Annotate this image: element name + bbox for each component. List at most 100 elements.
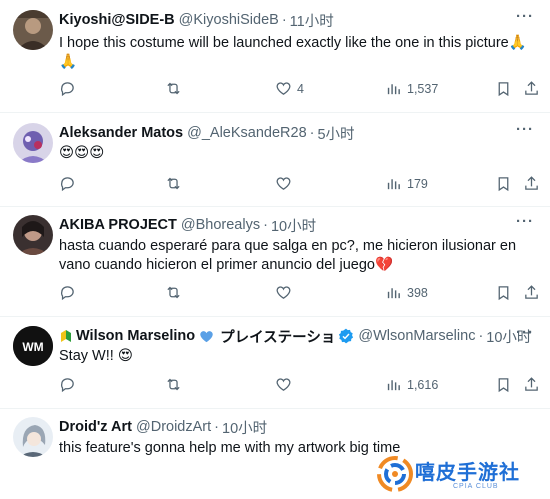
user-handle[interactable]: @Bhorealys xyxy=(181,217,260,233)
bookmark-icon xyxy=(498,177,509,192)
avatar[interactable] xyxy=(13,215,53,255)
like-count: 4 xyxy=(297,81,304,96)
views-button[interactable]: 1,616 xyxy=(385,376,438,393)
share-icon xyxy=(525,285,538,299)
watermark-title: 嘻皮手游社 xyxy=(415,460,520,484)
blue-heart-icon xyxy=(200,330,213,342)
watermark-logo: 嘻皮手游社 CPIA CLUB xyxy=(375,452,550,499)
reply-icon xyxy=(61,82,74,97)
bookmark-icon xyxy=(498,378,509,393)
share-button[interactable] xyxy=(523,284,540,301)
tweet-text-content: Stay W!! xyxy=(59,348,118,364)
reply-icon xyxy=(61,378,74,393)
bookmark-button[interactable] xyxy=(495,284,512,301)
view-count: 1,616 xyxy=(407,377,439,392)
heart-eyes-emoji: 😍😍😍 xyxy=(59,145,105,161)
bookmark-icon xyxy=(498,286,509,301)
avatar[interactable] xyxy=(13,123,53,163)
tweet[interactable]: Aleksander Matos @_AleKsandeR28 · 5小时 ··… xyxy=(0,113,550,207)
display-name[interactable]: Droid'z Art xyxy=(59,419,132,435)
retweet-icon xyxy=(167,82,180,95)
reply-icon xyxy=(61,286,74,301)
separator-dot: · xyxy=(478,328,484,344)
display-name[interactable]: Kiyoshi@SIDE-B xyxy=(59,12,175,28)
heart-icon xyxy=(276,177,291,190)
views-button[interactable]: 179 xyxy=(385,175,428,192)
heart-icon xyxy=(276,286,291,299)
retweet-icon xyxy=(167,378,180,391)
share-icon xyxy=(525,176,538,190)
tweet[interactable]: AKIBA PROJECT @Bhorealys · 10小时 ··· hast… xyxy=(0,207,550,317)
views-icon xyxy=(387,380,400,391)
watermark-swirl-icon xyxy=(377,456,413,492)
retweet-button[interactable] xyxy=(165,175,182,192)
user-handle[interactable]: @_AleKsandeR28 xyxy=(187,125,307,141)
tweet-text: Stay W!! 😍 xyxy=(59,347,534,366)
views-icon xyxy=(387,179,400,190)
like-button[interactable] xyxy=(275,175,292,192)
share-icon xyxy=(525,377,538,391)
tweet-text: I hope this costume will be launched exa… xyxy=(59,34,534,72)
tweet-header: Wilson Marselino プレイステーショ @WlsonMarselin… xyxy=(59,326,531,346)
bookmark-button[interactable] xyxy=(495,80,512,97)
like-button[interactable] xyxy=(275,376,292,393)
user-handle[interactable]: @KiyoshiSideB xyxy=(179,12,279,28)
reply-icon xyxy=(61,177,74,192)
views-icon xyxy=(387,84,400,95)
timestamp[interactable]: 5小时 xyxy=(317,123,354,144)
view-count: 179 xyxy=(407,176,428,191)
timestamp[interactable]: 10小时 xyxy=(271,215,316,236)
separator-dot: · xyxy=(263,217,268,233)
separator-dot: · xyxy=(214,419,219,435)
heart-eyes-emoji: 😍 xyxy=(117,348,133,364)
display-name[interactable]: Wilson Marselino xyxy=(76,328,195,344)
display-name[interactable]: AKIBA PROJECT xyxy=(59,217,177,233)
more-options-icon[interactable]: ··· xyxy=(516,121,534,138)
reply-button[interactable] xyxy=(59,175,76,192)
view-count: 1,537 xyxy=(407,81,439,96)
reply-button[interactable] xyxy=(59,80,76,97)
views-button[interactable]: 1,537 xyxy=(385,80,438,97)
tweet[interactable]: Kiyoshi@SIDE-B @KiyoshiSideB · 11小时 ··· … xyxy=(0,0,550,113)
share-button[interactable] xyxy=(523,376,540,393)
like-button[interactable]: 4 xyxy=(275,80,304,97)
share-button[interactable] xyxy=(523,80,540,97)
retweet-button[interactable] xyxy=(165,284,182,301)
tweet-text-content: this feature's gonna help me with my art… xyxy=(59,440,401,456)
avatar[interactable] xyxy=(13,10,53,50)
tweet-actions: 398 xyxy=(59,284,539,306)
user-handle[interactable]: @DroidzArt xyxy=(136,419,211,435)
tweet-text-content: I hope this costume will be launched exa… xyxy=(59,35,509,51)
timestamp[interactable]: 11小时 xyxy=(290,10,334,31)
bookmark-button[interactable] xyxy=(495,175,512,192)
display-name[interactable]: Aleksander Matos xyxy=(59,125,183,141)
retweet-button[interactable] xyxy=(165,376,182,393)
retweet-button[interactable] xyxy=(165,80,182,97)
heart-icon xyxy=(276,378,291,391)
avatar[interactable] xyxy=(13,417,53,457)
broken-heart-emoji: 💔 xyxy=(374,257,394,273)
tweet-header: Kiyoshi@SIDE-B @KiyoshiSideB · 11小时 xyxy=(59,10,334,30)
tweet-header: AKIBA PROJECT @Bhorealys · 10小时 xyxy=(59,215,316,235)
more-options-icon[interactable]: ··· xyxy=(516,213,534,230)
retweet-icon xyxy=(167,286,180,299)
tweet[interactable]: WM Wilson Marselino プレイステーショ @WlsonMarse… xyxy=(0,317,550,409)
bookmark-button[interactable] xyxy=(495,376,512,393)
bookmark-icon xyxy=(498,82,509,97)
heart-icon xyxy=(276,82,291,95)
tweet-actions: 1,616 xyxy=(59,376,539,398)
user-handle[interactable]: @WlsonMarselinc xyxy=(358,328,475,344)
reply-button[interactable] xyxy=(59,376,76,393)
more-options-icon[interactable]: ··· xyxy=(516,324,534,341)
share-button[interactable] xyxy=(523,175,540,192)
like-button[interactable] xyxy=(275,284,292,301)
reply-button[interactable] xyxy=(59,284,76,301)
view-count: 398 xyxy=(407,285,428,300)
views-button[interactable]: 398 xyxy=(385,284,428,301)
timestamp[interactable]: 10小时 xyxy=(222,417,267,438)
retweet-icon xyxy=(167,177,180,190)
more-options-icon[interactable]: ··· xyxy=(516,8,534,25)
views-icon xyxy=(387,288,400,299)
avatar[interactable]: WM xyxy=(13,326,53,366)
tweet-text: 😍😍😍 xyxy=(59,144,534,163)
